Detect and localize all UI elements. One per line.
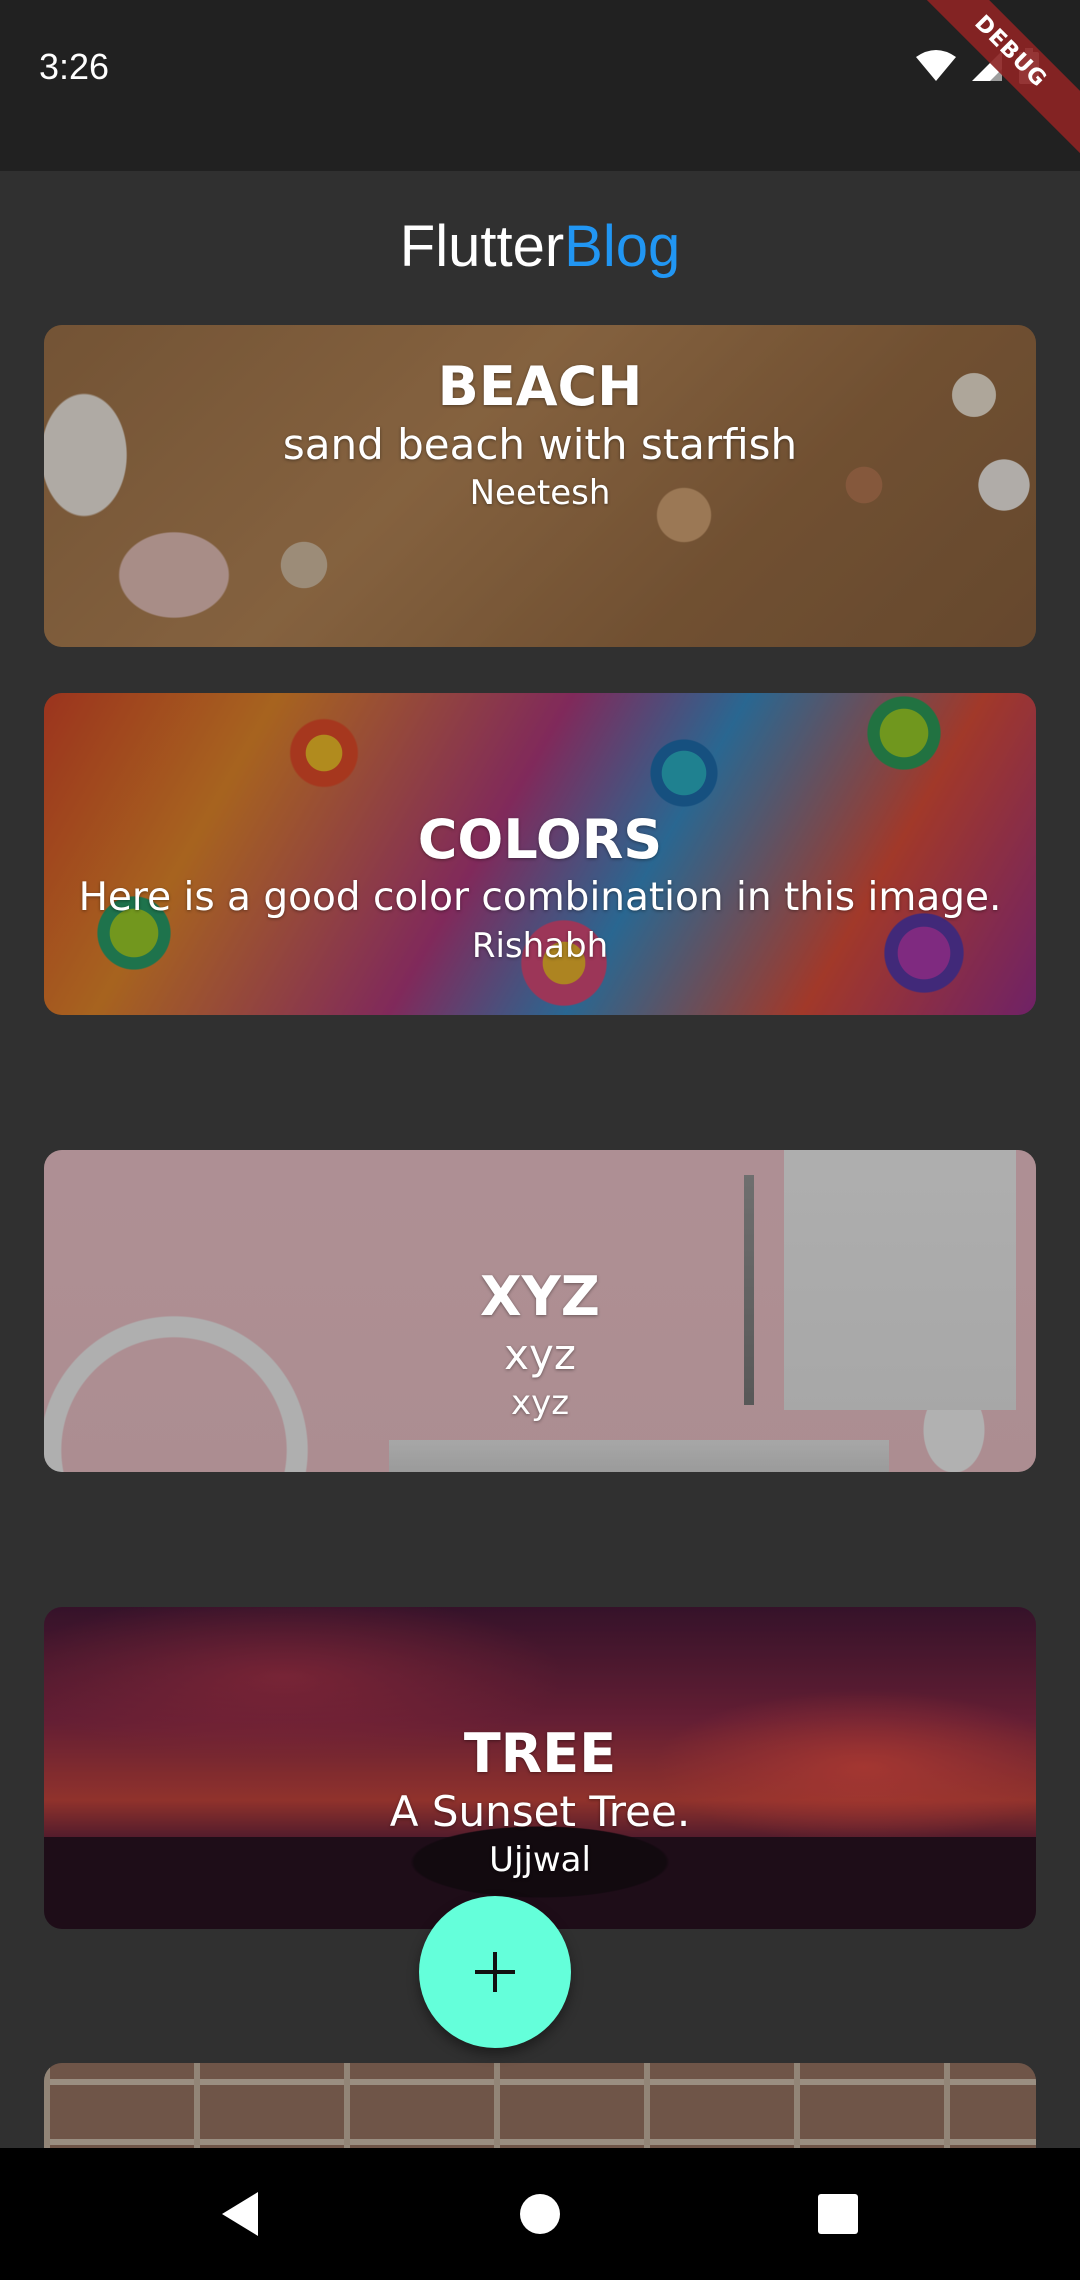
app-bar-title: Flutter Blog (0, 171, 1080, 321)
post-card-xyz[interactable]: XYZ xyz xyz (44, 1150, 1036, 1472)
home-icon (520, 2194, 560, 2234)
post-card-text: BEACH sand beach with starfish Neetesh (44, 355, 1036, 515)
post-title: BEACH (437, 355, 643, 418)
post-card-text: TREE A Sunset Tree. Ujjwal (44, 1722, 1036, 1882)
post-author: xyz (510, 1383, 570, 1423)
back-icon (222, 2192, 258, 2236)
post-card-text: XYZ xyz xyz (44, 1265, 1036, 1425)
post-description: A Sunset Tree. (389, 1787, 691, 1836)
recents-icon (818, 2194, 858, 2234)
app-title-flutter: Flutter (399, 213, 565, 279)
post-author: Neetesh (469, 473, 611, 513)
post-title: XYZ (480, 1265, 600, 1328)
plus-icon (475, 1952, 515, 1992)
post-author: Ujjwal (489, 1840, 591, 1880)
status-time: 3:26 (39, 46, 110, 87)
post-description: xyz (504, 1330, 576, 1379)
nav-recents-button[interactable] (778, 2148, 898, 2280)
post-description: sand beach with starfish (282, 420, 798, 469)
post-description: Here is a good color combination in this… (78, 875, 1002, 920)
post-title: COLORS (417, 808, 663, 871)
navigation-bar (0, 2148, 1080, 2280)
post-author: Rishabh (471, 926, 609, 966)
nav-back-button[interactable] (180, 2148, 300, 2280)
screen: 3:26 DEBUG Flutter Blog BEACH sand beach … (0, 0, 1080, 2280)
post-title: TREE (463, 1722, 617, 1785)
post-card-tree[interactable]: TREE A Sunset Tree. Ujjwal (44, 1607, 1036, 1929)
post-card-colors[interactable]: COLORS Here is a good color combination … (44, 693, 1036, 1015)
nav-home-button[interactable] (480, 2148, 600, 2280)
app-title-blog: Blog (564, 213, 681, 279)
post-card-beach[interactable]: BEACH sand beach with starfish Neetesh (44, 325, 1036, 647)
wifi-icon (916, 50, 956, 81)
add-post-button[interactable] (419, 1896, 571, 2048)
status-bar: 3:26 DEBUG (0, 0, 1080, 171)
post-card-text: COLORS Here is a good color combination … (44, 808, 1036, 968)
